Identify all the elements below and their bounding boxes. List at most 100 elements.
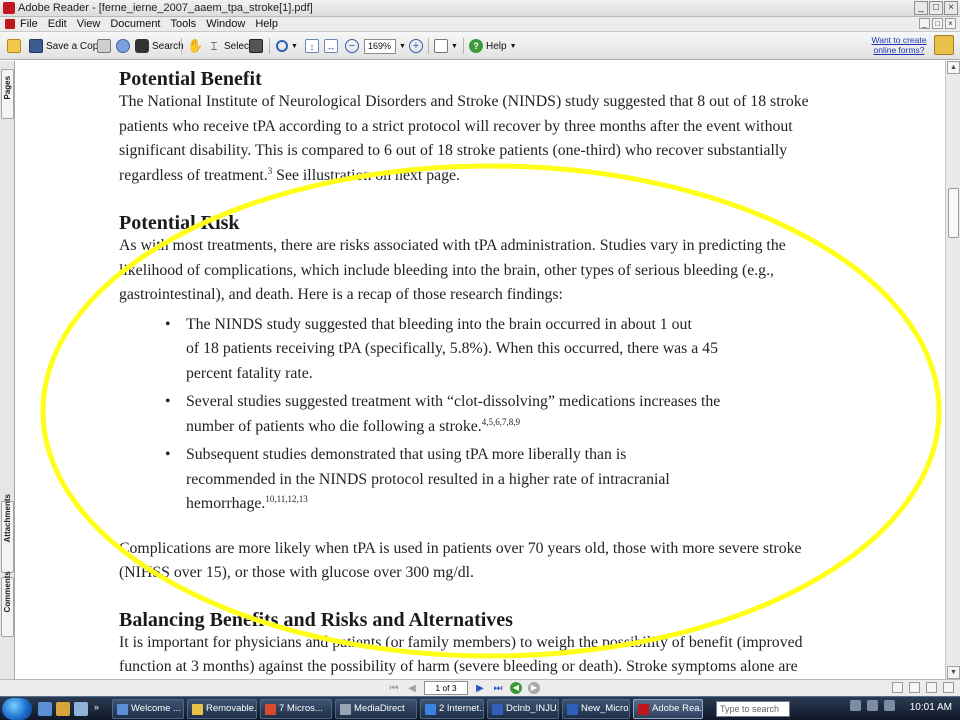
task-mediadirect[interactable]: MediaDirect [335,699,417,719]
previous-page-button[interactable]: ◀ [406,683,418,694]
open-button[interactable] [7,37,21,55]
doc-restore-button[interactable]: □ [932,18,943,29]
task-removable[interactable]: Removable... [187,699,257,719]
tray-network-icon[interactable] [850,700,861,711]
taskbar-search-input[interactable]: Type to search [716,701,790,717]
task-icon [638,703,649,715]
menu-window[interactable]: Window [206,18,245,30]
task-microsoft[interactable]: 7 Micros... [260,699,332,719]
cursor-icon: ⌶ [210,39,218,53]
tab-pages-label: Pages [3,75,12,100]
maximize-button[interactable]: □ [929,1,943,15]
page-navigation: ⏮ ◀ 1 of 3 ▶ ⏭ ◀ ▶ [388,681,540,695]
tab-comments[interactable]: Comments [1,571,14,637]
create-forms-link[interactable]: Want to create online forms? [864,35,934,55]
zoom-tool-button[interactable]: ▼ [276,37,298,55]
facing-button[interactable] [926,682,937,693]
printer-icon [97,39,111,53]
last-page-button[interactable]: ⏭ [492,683,504,694]
tab-attachments[interactable]: Attachments [1,494,14,573]
task-icon [340,703,351,715]
document-viewport[interactable]: Potential Benefit The National Institute… [16,61,945,679]
task-label: Dclnb_INJU... [506,703,559,714]
clock[interactable]: 10:01 AM [910,702,952,713]
risk-list: The NINDS study suggested that bleeding … [165,313,725,517]
task-internet[interactable]: 2 Internet... [420,699,484,719]
fit-width-icon: ↔ [324,39,338,53]
actual-size-button[interactable]: ↕ [305,37,319,55]
toolbar-separator [463,38,464,54]
continuous-button[interactable] [909,682,920,693]
zoom-input[interactable]: 169% [364,38,396,54]
menu-help[interactable]: Help [255,18,278,30]
quick-launch-desktop-icon[interactable] [74,702,88,716]
start-button[interactable] [2,698,32,720]
task-new-micro[interactable]: New_Micro... [562,699,630,719]
search-button[interactable]: Search [135,37,184,55]
quick-launch-more-icon[interactable]: » [94,702,104,716]
menu-file[interactable]: File [20,18,38,30]
page-number-field[interactable]: 1 of 3 [424,681,468,695]
scroll-thumb[interactable] [948,188,959,238]
doc-minimize-button[interactable]: _ [919,18,930,29]
go-forward-button[interactable]: ▶ [528,682,540,694]
toolbar-separator [269,38,270,54]
zoom-level[interactable]: 169% ▼ [364,37,406,55]
quick-launch-media-icon[interactable] [56,702,70,716]
snapshot-button[interactable] [249,37,263,55]
scroll-down-arrow[interactable]: ▼ [947,666,960,679]
minimize-button[interactable]: _ [914,1,928,15]
tab-pages[interactable]: Pages [1,69,14,119]
menu-tools[interactable]: Tools [171,18,197,30]
help-icon: ? [469,39,483,53]
heading-balancing: Balancing Benefits and Risks and Alterna… [119,608,513,631]
page-display-button[interactable]: ▼ [434,37,458,55]
page-layout-buttons [892,682,954,693]
menu-view[interactable]: View [77,18,101,30]
tray-volume-icon[interactable] [867,700,878,711]
task-label: Adobe Rea... [652,703,703,714]
save-copy-button[interactable]: Save a Copy [29,37,103,55]
taskbar: » Welcome ... Removable... 7 Micros... M… [0,696,960,720]
go-back-button[interactable]: ◀ [510,682,522,694]
task-icon [567,703,578,715]
vertical-scrollbar[interactable]: ▲ ▼ [945,61,960,679]
navigation-panel: Pages Attachments Comments [0,61,15,679]
task-label: Removable... [206,703,257,714]
menu-edit[interactable]: Edit [48,18,67,30]
camera-icon [249,39,263,53]
continuous-facing-button[interactable] [943,682,954,693]
doc-close-button[interactable]: × [945,18,956,29]
document-icon[interactable] [5,19,15,29]
help-button[interactable]: ? Help ▼ [469,37,517,55]
scroll-up-arrow[interactable]: ▲ [947,61,960,74]
single-page-button[interactable] [892,682,903,693]
list-item-text: Several studies suggested treatment with… [186,393,721,435]
actual-size-icon: ↕ [305,39,319,53]
benefit-paragraph: The National Institute of Neurological D… [119,90,839,188]
folder-open-icon [7,39,21,53]
task-welcome[interactable]: Welcome ... [112,699,184,719]
fit-width-button[interactable]: ↔ [324,37,338,55]
zoom-out-button[interactable]: − [345,37,359,55]
select-tool-button[interactable]: ⌶ Select [207,37,251,55]
toolbar-separator [181,38,182,54]
hand-tool-button[interactable]: ✋ [187,37,203,55]
tray-power-icon[interactable] [884,700,895,711]
zoom-in-button[interactable]: + [409,37,423,55]
task-dclnb[interactable]: Dclnb_INJU... [487,699,559,719]
plus-circle-icon: + [409,39,423,53]
menu-document[interactable]: Document [110,18,160,30]
chevron-down-icon: ▼ [451,42,458,50]
task-adobe-reader[interactable]: Adobe Rea... [633,699,703,719]
adobe-forms-button[interactable] [934,35,954,55]
quick-launch-ie-icon[interactable] [38,702,52,716]
close-button[interactable]: × [944,1,958,15]
benefit-text-tail: See illustration on next page. [272,166,460,184]
first-page-button[interactable]: ⏮ [388,683,400,694]
next-page-button[interactable]: ▶ [474,683,486,694]
print-button[interactable] [97,37,111,55]
email-button[interactable] [116,37,130,55]
tab-comments-label: Comments [3,571,12,613]
list-item-text: The NINDS study suggested that bleeding … [186,315,718,382]
